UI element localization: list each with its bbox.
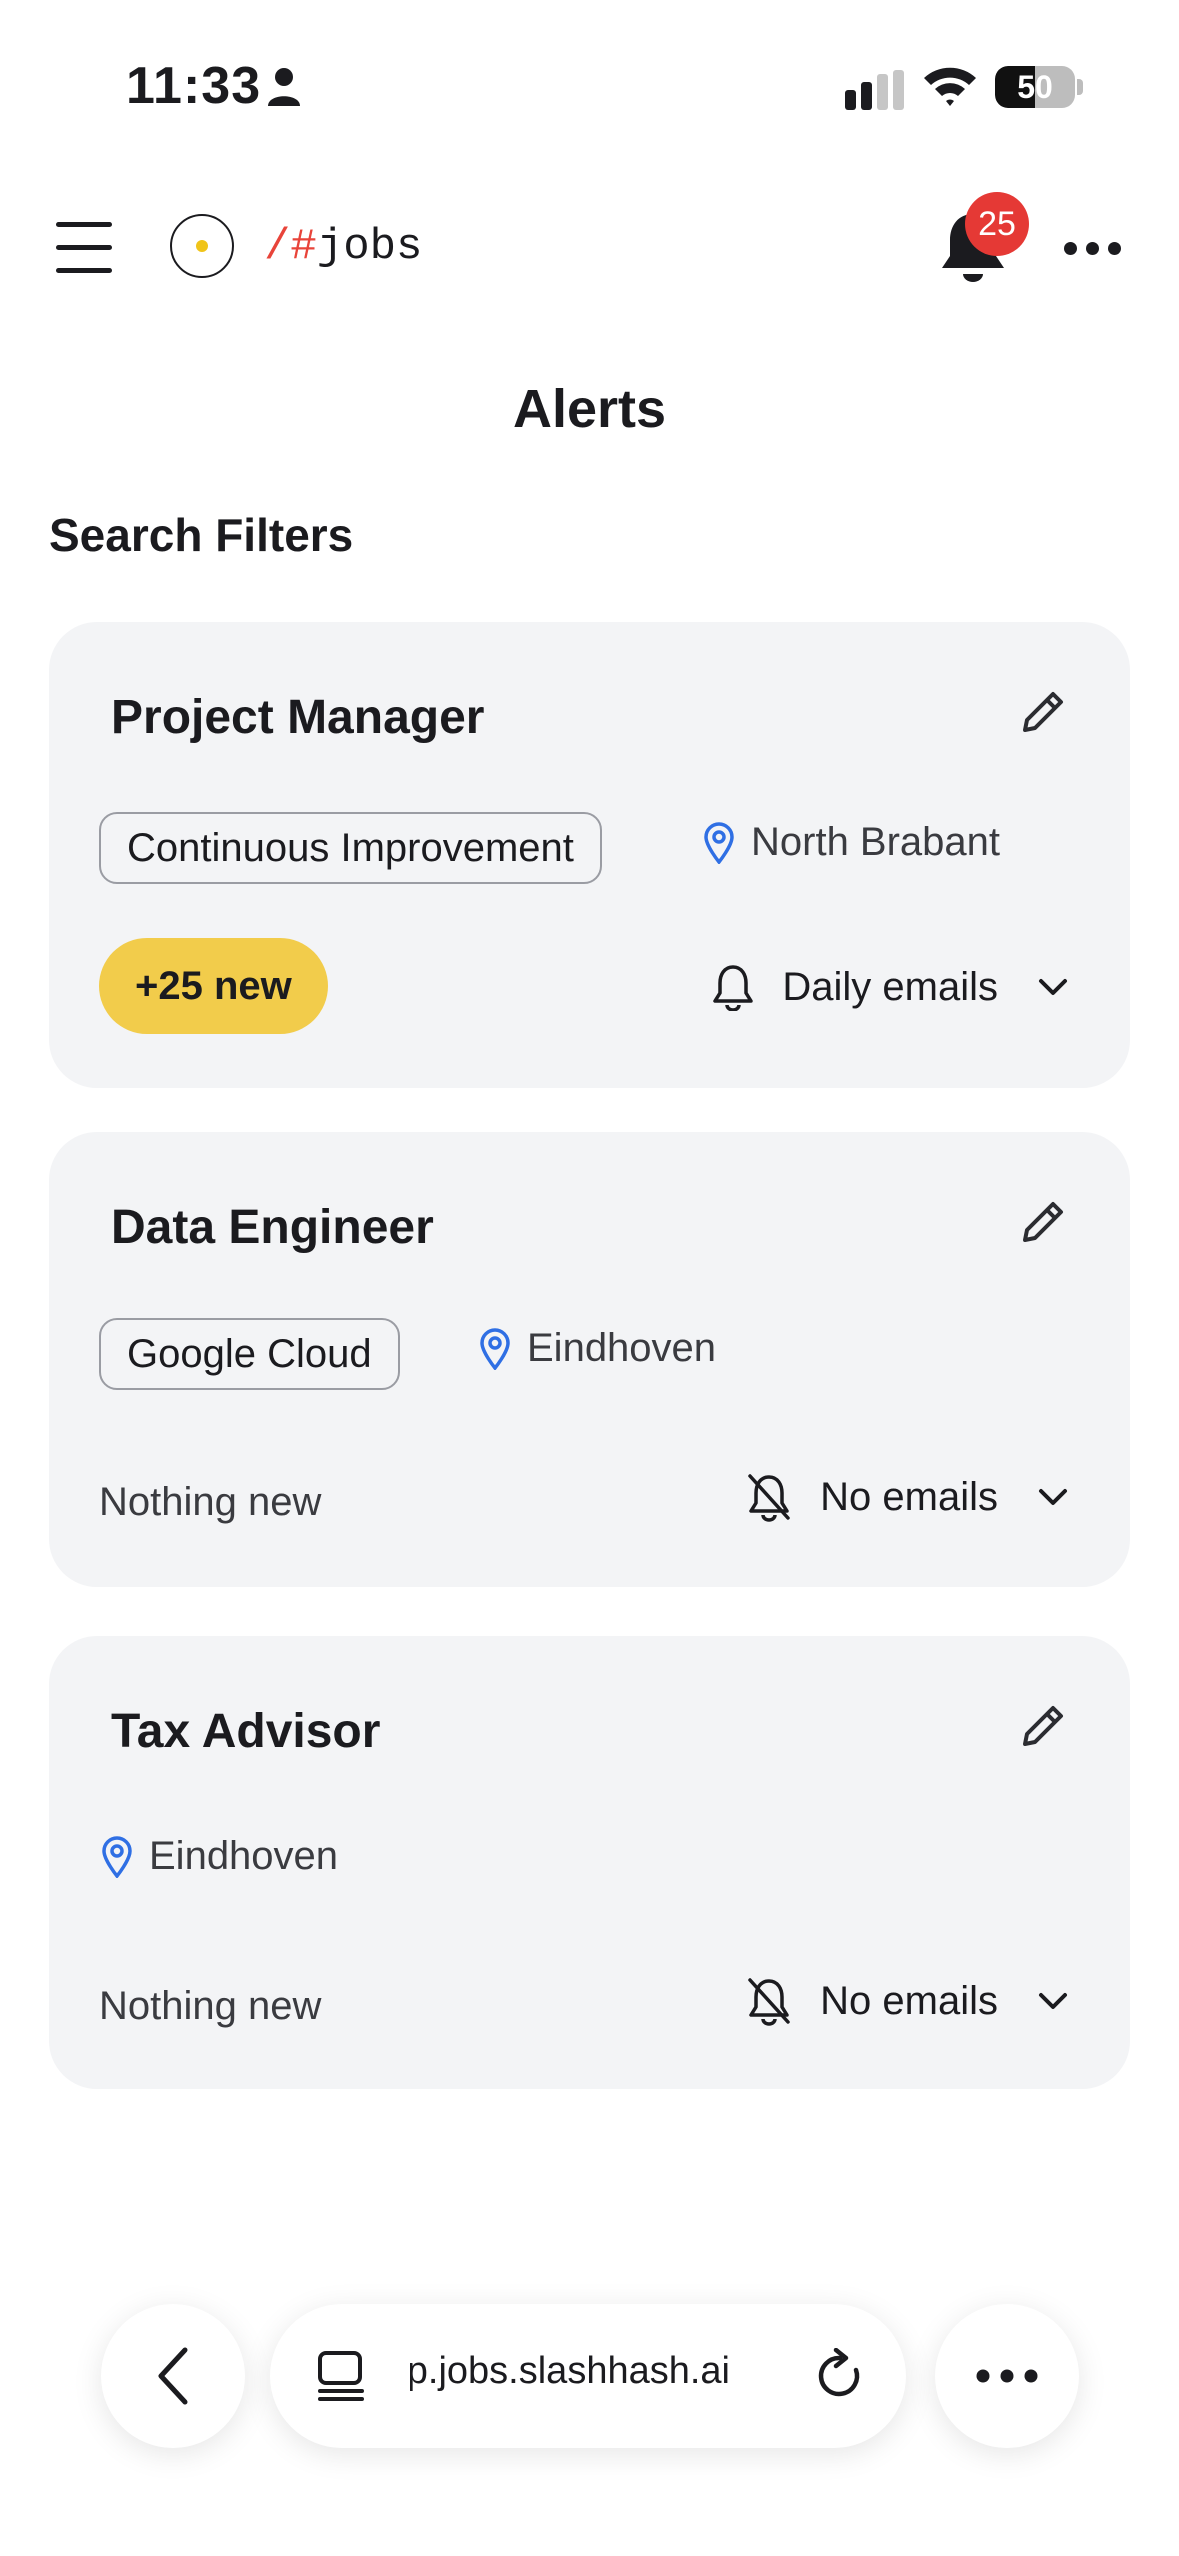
alert-card[interactable]: Data Engineer Google Cloud Eindhoven Not… <box>49 1132 1130 1587</box>
location-text: Eindhoven <box>149 1834 339 1878</box>
email-frequency-label: No emails <box>820 1474 998 1519</box>
browser-address-bar[interactable]: app.jobs.slashhash.ai <box>270 2304 906 2448</box>
more-dots-icon <box>976 2369 1038 2383</box>
alert-title: Tax Advisor <box>111 1705 381 1758</box>
chevron-down-icon <box>1039 1489 1067 1505</box>
location-label: Eindhoven <box>101 1834 338 1879</box>
location-label: Eindhoven <box>479 1326 716 1371</box>
new-results-badge[interactable]: +25 new <box>99 938 328 1034</box>
battery-indicator: 50 <box>995 66 1075 108</box>
alert-card[interactable]: Project Manager Continuous Improvement N… <box>49 622 1130 1088</box>
location-text: Eindhoven <box>527 1326 717 1370</box>
chevron-down-icon <box>1039 979 1067 995</box>
status-time: 11:33 <box>126 57 262 115</box>
tabs-icon[interactable] <box>316 2350 366 2402</box>
notification-count-badge: 25 <box>965 192 1029 256</box>
alert-title: Project Manager <box>111 691 485 744</box>
location-label: North Brabant <box>703 820 1000 865</box>
email-frequency-dropdown[interactable]: No emails <box>746 1966 1068 2036</box>
battery-cap <box>1077 79 1083 95</box>
location-pin-icon <box>704 821 734 864</box>
cellular-signal-icon <box>845 70 904 110</box>
app-logo[interactable] <box>170 214 234 278</box>
status-bar: 11:33 50 <box>0 0 1179 170</box>
hamburger-menu-icon[interactable] <box>56 222 112 274</box>
edit-pencil-icon[interactable] <box>1015 684 1071 740</box>
keyword-chip: Continuous Improvement <box>99 812 602 884</box>
more-options-icon[interactable] <box>1062 232 1122 262</box>
location-text: North Brabant <box>751 820 1001 864</box>
reload-icon[interactable] <box>814 2348 866 2404</box>
alert-card[interactable]: Tax Advisor Eindhoven Nothing new No ema… <box>49 1636 1130 2089</box>
bell-off-icon <box>748 1978 790 2026</box>
url-text[interactable]: app.jobs.slashhash.ai <box>410 2350 730 2393</box>
keyword-chip: Google Cloud <box>99 1318 400 1390</box>
email-frequency-dropdown[interactable]: Daily emails <box>712 952 1068 1022</box>
page-title: Alerts <box>512 379 667 439</box>
brand-slash: /# <box>264 222 317 272</box>
person-icon <box>268 68 300 106</box>
alert-title: Data Engineer <box>111 1201 434 1254</box>
email-frequency-dropdown[interactable]: No emails <box>746 1462 1068 1532</box>
location-pin-icon <box>102 1835 132 1878</box>
bell-icon <box>713 965 754 1011</box>
brand-word: jobs <box>316 222 423 272</box>
section-title: Search Filters <box>49 509 354 561</box>
email-frequency-label: Daily emails <box>782 964 998 1009</box>
edit-pencil-icon[interactable] <box>1015 1194 1071 1250</box>
chevron-down-icon <box>1039 1993 1067 2009</box>
chevron-left-icon <box>158 2347 188 2405</box>
bell-off-icon <box>748 1474 790 1522</box>
new-results-status: Nothing new <box>99 1984 322 2028</box>
location-pin-icon <box>480 1327 510 1370</box>
battery-percent: 50 <box>1017 68 1053 105</box>
logo-dot <box>196 240 208 252</box>
edit-pencil-icon[interactable] <box>1015 1698 1071 1754</box>
brand-name[interactable]: /#jobs <box>264 222 422 272</box>
browser-more-button[interactable] <box>935 2304 1079 2448</box>
email-frequency-label: No emails <box>820 1978 998 2023</box>
new-results-status: Nothing new <box>99 1480 322 1524</box>
browser-back-button[interactable] <box>101 2304 245 2448</box>
wifi-icon <box>924 67 976 106</box>
